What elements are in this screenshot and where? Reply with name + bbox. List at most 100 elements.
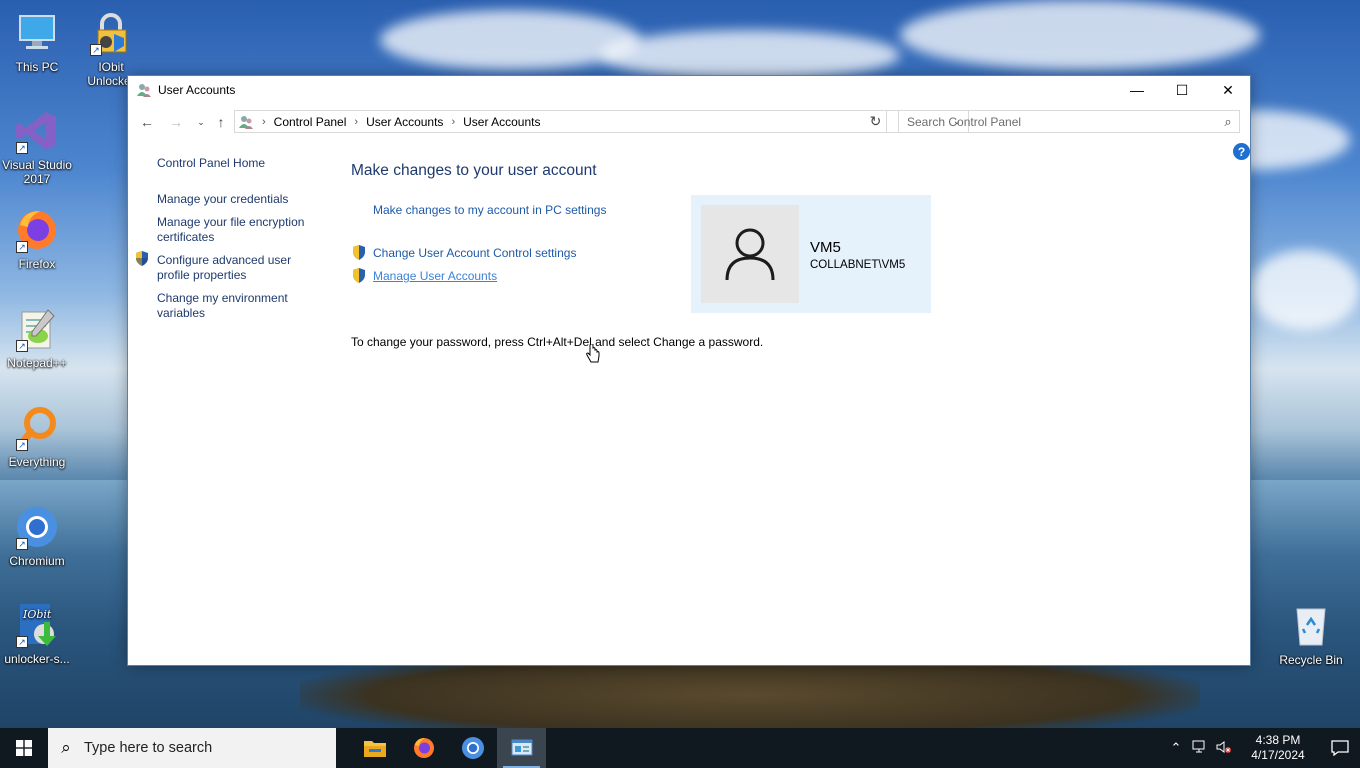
notification-icon [1331,740,1349,756]
everything-search-icon: ↗ [14,405,60,451]
shortcut-arrow-icon: ↗ [16,241,28,253]
pc-settings-link[interactable]: Make changes to my account in PC setting… [373,203,606,217]
breadcrumb-separator-icon: › [354,115,359,128]
desktop-icon-label: Chromium [9,554,65,568]
breadcrumb-separator-icon: › [451,115,456,128]
title-bar[interactable]: User Accounts — ☐ ✕ [128,76,1250,104]
chromium-icon [461,737,484,759]
firefox-icon: ↗ [14,207,60,253]
minimize-button[interactable]: — [1114,76,1160,104]
desktop-icon-label: Everything [8,455,66,469]
notepadpp-icon: ↗ [14,306,60,352]
user-accounts-window: User Accounts — ☐ ✕ ← → ⌄ ↑ › Control Pa… [127,75,1251,666]
recent-locations-chevron-icon[interactable]: ⌄ [191,112,211,132]
recycle-bin-icon [1288,603,1334,649]
manage-credentials-link[interactable]: Manage your credentials [157,192,288,207]
shortcut-arrow-icon: ↗ [90,44,102,56]
user-silhouette-icon [725,228,775,281]
iobit-unlocker-icon: ↗ [88,10,134,56]
taskbar-control-panel[interactable] [497,728,546,768]
desktop-icon-this-pc[interactable]: This PC [0,10,74,74]
uac-shield-icon [353,245,365,260]
desktop-icon-unlocker-setup[interactable]: IObit ↗ unlocker-s... [0,602,74,666]
user-accounts-icon [137,84,151,97]
account-domain: COLLABNET\VM5 [810,259,906,271]
avatar [701,205,799,303]
breadcrumb-separator-icon: › [262,115,266,128]
desktop-icon-notepadpp[interactable]: ↗ Notepad++ [0,306,74,370]
desktop-icon-label: Visual Studio 2017 [2,158,72,186]
hand-cursor-icon [586,344,600,363]
action-center-button[interactable] [1320,740,1360,756]
maximize-button[interactable]: ☐ [1159,76,1205,104]
control-panel-icon [511,739,532,756]
back-arrow-icon[interactable]: ← [137,112,157,132]
search-icon: ⌕ [61,738,71,757]
window-title: User Accounts [158,83,236,97]
uac-shield-icon [353,268,365,283]
breadcrumb-control-panel[interactable]: Control Panel [274,115,347,129]
address-bar[interactable]: › Control Panel › User Accounts › User A… [234,110,969,133]
desktop-icon-firefox[interactable]: ↗ Firefox [0,207,74,271]
account-name: VM5 [810,239,841,256]
shortcut-arrow-icon: ↗ [16,142,28,154]
shortcut-arrow-icon: ↗ [16,439,28,451]
control-panel-home-link[interactable]: Control Panel Home [157,156,265,171]
network-icon[interactable] [1188,740,1212,757]
chevron-up-icon[interactable]: ⌃ [1164,740,1188,756]
desktop-icon-label: Firefox [18,257,56,271]
breadcrumb-user-accounts-current[interactable]: User Accounts [463,115,540,129]
clock[interactable]: 4:38 PM 4/17/2024 [1236,733,1320,763]
desktop-icon-label: unlocker-s... [4,652,70,666]
search-box: ⌕ [898,110,1240,133]
manage-user-accounts-link[interactable]: Manage User Accounts [373,269,497,283]
control-panel-icon [239,115,253,129]
desktop-icon-label: Recycle Bin [1279,653,1343,667]
clock-date: 4/17/2024 [1251,748,1305,762]
close-button[interactable]: ✕ [1205,76,1251,104]
windows-logo-icon [16,740,32,756]
up-arrow-icon[interactable]: ↑ [211,112,231,132]
taskbar-chromium[interactable] [448,728,497,768]
desktop-icon-label: Notepad++ [7,356,67,370]
desktop-icon-recycle-bin[interactable]: Recycle Bin [1274,603,1348,667]
search-input[interactable] [899,111,1217,132]
desktop-icon-chromium[interactable]: ↗ Chromium [0,504,74,568]
file-encryption-certificates-link[interactable]: Manage your file encryption certificates [157,215,317,245]
taskbar-file-explorer[interactable] [350,728,399,768]
advanced-profile-properties-link[interactable]: Configure advanced user profile properti… [157,253,307,283]
system-tray: ⌃ 4:38 PM 4/17/2024 [1164,728,1360,768]
computer-icon [14,10,60,56]
taskbar-firefox[interactable] [399,728,448,768]
page-heading: Make changes to your user account [351,162,597,179]
forward-arrow-icon[interactable]: → [166,112,186,132]
volume-muted-icon[interactable] [1212,740,1236,757]
uac-settings-link[interactable]: Change User Account Control settings [373,246,576,260]
taskbar: ⌕ ⌃ 4:38 PM 4/17/2024 [0,728,1360,768]
search-icon[interactable]: ⌕ [1217,114,1239,130]
firefox-icon [413,738,434,758]
chromium-icon: ↗ [14,504,60,550]
uac-shield-icon [136,251,148,266]
desktop-icon-label: This PC [15,60,59,74]
start-button[interactable] [0,728,48,768]
desktop-icon-everything[interactable]: ↗ Everything [0,405,74,469]
help-icon[interactable]: ? [1233,143,1250,160]
taskbar-search-input[interactable] [84,740,324,756]
navigation-bar: ← → ⌄ ↑ › Control Panel › User Accounts … [128,110,1250,134]
environment-variables-link[interactable]: Change my environment variables [157,291,307,321]
taskbar-search-box: ⌕ [48,728,336,768]
folder-icon [363,741,386,757]
clock-time: 4:38 PM [1255,733,1301,747]
shortcut-arrow-icon: ↗ [16,340,28,352]
shortcut-arrow-icon: ↗ [16,636,28,648]
svg-text:IObit: IObit [22,608,52,621]
refresh-icon[interactable]: ↻ [865,110,887,133]
shortcut-arrow-icon: ↗ [16,538,28,550]
account-card: VM5 COLLABNET\VM5 [691,195,931,313]
password-note: To change your password, press Ctrl+Alt+… [351,335,764,349]
breadcrumb-user-accounts[interactable]: User Accounts [366,115,443,129]
desktop-icon-visual-studio[interactable]: ↗ Visual Studio 2017 [0,108,74,186]
visual-studio-icon: ↗ [14,108,60,154]
iobit-installer-icon: IObit ↗ [14,602,60,648]
